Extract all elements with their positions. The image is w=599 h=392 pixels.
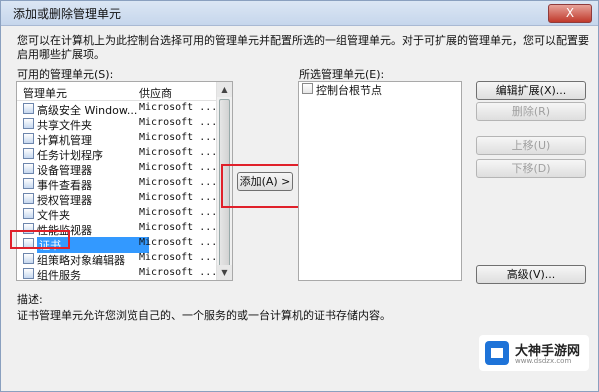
snapin-vendor: Microsoft ... <box>139 177 218 188</box>
snapin-vendor: Microsoft ... <box>139 252 218 263</box>
snapin-vendor: Microsoft ... <box>139 237 218 248</box>
snapin-icon <box>23 133 34 144</box>
scroll-down-icon[interactable]: ▼ <box>217 265 232 280</box>
list-item[interactable]: 任务计划程序 Microsoft ... <box>17 146 219 162</box>
dialog-description: 您可以在计算机上为此控制台选择可用的管理单元并配置所选的一组管理单元。对于可扩展… <box>17 34 589 61</box>
snapin-vendor: Microsoft ... <box>139 132 218 143</box>
title-bar: 添加或删除管理单元 X <box>1 1 598 26</box>
available-label: 可用的管理单元(S): <box>17 68 114 81</box>
snapin-vendor: Microsoft ... <box>139 192 218 203</box>
edit-extensions-button[interactable]: 编辑扩展(X)... <box>476 81 586 100</box>
snapin-icon <box>23 178 34 189</box>
snapin-icon <box>23 193 34 204</box>
list-item[interactable]: 计算机管理 Microsoft ... <box>17 131 219 147</box>
available-list[interactable]: 管理单元 供应商 高级安全 Window... Microsoft ... 共享文件… <box>16 81 233 281</box>
watermark-logo-icon <box>485 341 509 365</box>
snapin-vendor: Microsoft ... <box>139 147 218 158</box>
snapin-dialog: 添加或删除管理单元 X 您可以在计算机上为此控制台选择可用的管理单元并配置所选的… <box>0 0 599 392</box>
selected-item-label: 控制台根节点 <box>316 84 382 97</box>
snapin-name: 组件服务 <box>37 269 81 281</box>
list-item[interactable]: 事件查看器 Microsoft ... <box>17 176 219 192</box>
col-header-vendor[interactable]: 供应商 <box>139 85 172 101</box>
list-item[interactable]: 授权管理器 Microsoft ... <box>17 191 219 207</box>
console-root-icon <box>302 83 313 94</box>
delete-button[interactable]: 删除(R) <box>476 102 586 121</box>
list-item[interactable]: 组件服务 Microsoft ... <box>17 266 219 281</box>
list-item[interactable]: 文件夹 Microsoft ... <box>17 206 219 222</box>
selected-label: 所选管理单元(E): <box>299 68 385 81</box>
watermark-url: www.dsdzx.com <box>515 357 572 365</box>
snapin-icon <box>23 253 34 264</box>
snapin-icon <box>23 103 34 114</box>
description-label: 描述: <box>17 293 43 306</box>
window-title: 添加或删除管理单元 <box>13 7 122 21</box>
close-button[interactable]: X <box>548 4 592 23</box>
snapin-vendor: Microsoft ... <box>139 117 218 128</box>
list-item[interactable]: 组策略对象编辑器 Microsoft ... <box>17 251 219 267</box>
advanced-button[interactable]: 高级(V)... <box>476 265 586 284</box>
snapin-vendor: Microsoft ... <box>139 267 218 278</box>
list-item[interactable]: 设备管理器 Microsoft ... <box>17 161 219 177</box>
snapin-icon <box>23 208 34 219</box>
col-header-name[interactable]: 管理单元 <box>23 85 67 101</box>
snapin-icon <box>23 163 34 174</box>
highlight-box-cert <box>10 230 70 249</box>
snapin-icon <box>23 148 34 159</box>
snapin-icon <box>23 118 34 129</box>
snapin-vendor: Microsoft ... <box>139 102 218 113</box>
list-header: 管理单元 供应商 <box>17 82 232 101</box>
snapin-vendor: Microsoft ... <box>139 222 218 233</box>
move-down-button[interactable]: 下移(D) <box>476 159 586 178</box>
watermark: 大神手游网 www.dsdzx.com <box>479 335 589 371</box>
snapin-vendor: Microsoft ... <box>139 162 218 173</box>
snapin-vendor: Microsoft ... <box>139 207 218 218</box>
move-up-button[interactable]: 上移(U) <box>476 136 586 155</box>
scroll-up-icon[interactable]: ▲ <box>217 82 232 97</box>
selected-list[interactable] <box>298 81 462 281</box>
list-item[interactable]: 共享文件夹 Microsoft ... <box>17 116 219 132</box>
snapin-icon <box>23 268 34 279</box>
description-text: 证书管理单元允许您浏览自己的、一个服务的或一台计算机的证书存储内容。 <box>17 309 391 322</box>
list-item[interactable]: 高级安全 Window... Microsoft ... <box>17 101 219 117</box>
